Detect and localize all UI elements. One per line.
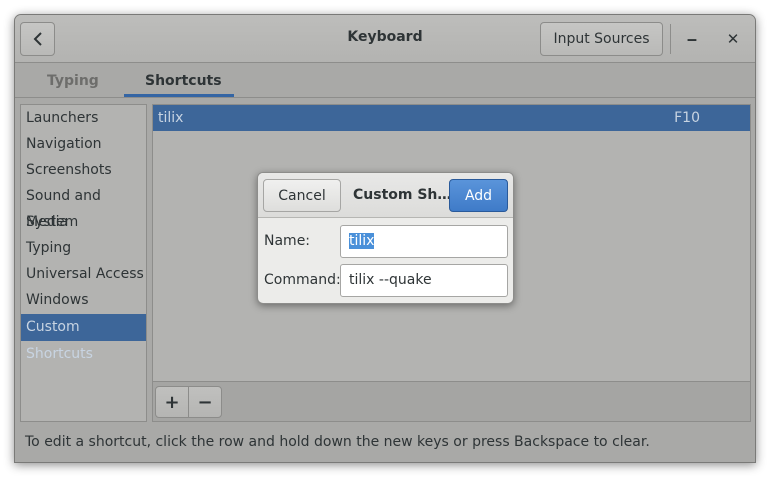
- header-bar: Keyboard Input Sources ‒ ✕: [15, 15, 755, 63]
- tab-shortcuts[interactable]: Shortcuts: [145, 73, 222, 89]
- name-field[interactable]: tilix: [340, 225, 508, 258]
- remove-shortcut-button[interactable]: −: [188, 386, 222, 418]
- command-field[interactable]: tilix --quake: [340, 264, 508, 297]
- shortcut-hint: To edit a shortcut, click the row and ho…: [25, 434, 650, 450]
- add-shortcut-button[interactable]: +: [155, 386, 189, 418]
- minimize-icon[interactable]: ‒: [683, 30, 701, 48]
- sidebar-item-system[interactable]: System: [21, 209, 146, 235]
- cancel-button[interactable]: Cancel: [263, 179, 341, 212]
- shortcut-row[interactable]: tilix F10: [153, 105, 750, 131]
- close-icon[interactable]: ✕: [724, 30, 742, 48]
- sidebar-item-screenshots[interactable]: Screenshots: [21, 157, 146, 183]
- input-sources-button[interactable]: Input Sources: [540, 22, 663, 56]
- tab-typing[interactable]: Typing: [47, 73, 99, 89]
- dialog-title: Custom Sh…: [353, 187, 452, 203]
- name-label: Name:: [264, 233, 311, 249]
- tab-bar: Typing Shortcuts: [15, 63, 755, 98]
- sidebar-item-typing[interactable]: Typing: [21, 235, 146, 261]
- shortcut-category-list: Launchers Navigation Screenshots Sound a…: [20, 104, 147, 422]
- active-tab-indicator: [124, 94, 234, 97]
- custom-shortcut-dialog: Cancel Custom Sh… Add Name: tilix Comman…: [257, 172, 514, 304]
- sidebar-item-windows[interactable]: Windows: [21, 287, 146, 313]
- command-label: Command:: [264, 272, 341, 288]
- command-value: tilix --quake: [349, 272, 432, 288]
- dialog-header: Cancel Custom Sh… Add: [258, 173, 513, 218]
- sidebar-item-navigation[interactable]: Navigation: [21, 131, 146, 157]
- sidebar-item-launchers[interactable]: Launchers: [21, 105, 146, 131]
- sidebar-item-sound-and-media[interactable]: Sound and Media: [21, 183, 146, 230]
- sidebar-item-universal-access[interactable]: Universal Access: [21, 261, 146, 287]
- add-button[interactable]: Add: [449, 179, 508, 212]
- shortcut-accelerator: F10: [674, 110, 700, 126]
- shortcut-name: tilix: [158, 110, 184, 126]
- sidebar-item-custom-shortcuts[interactable]: Custom Shortcuts: [21, 314, 146, 362]
- header-separator: [670, 24, 671, 54]
- name-value: tilix: [349, 233, 375, 249]
- list-toolbar: + −: [153, 381, 750, 421]
